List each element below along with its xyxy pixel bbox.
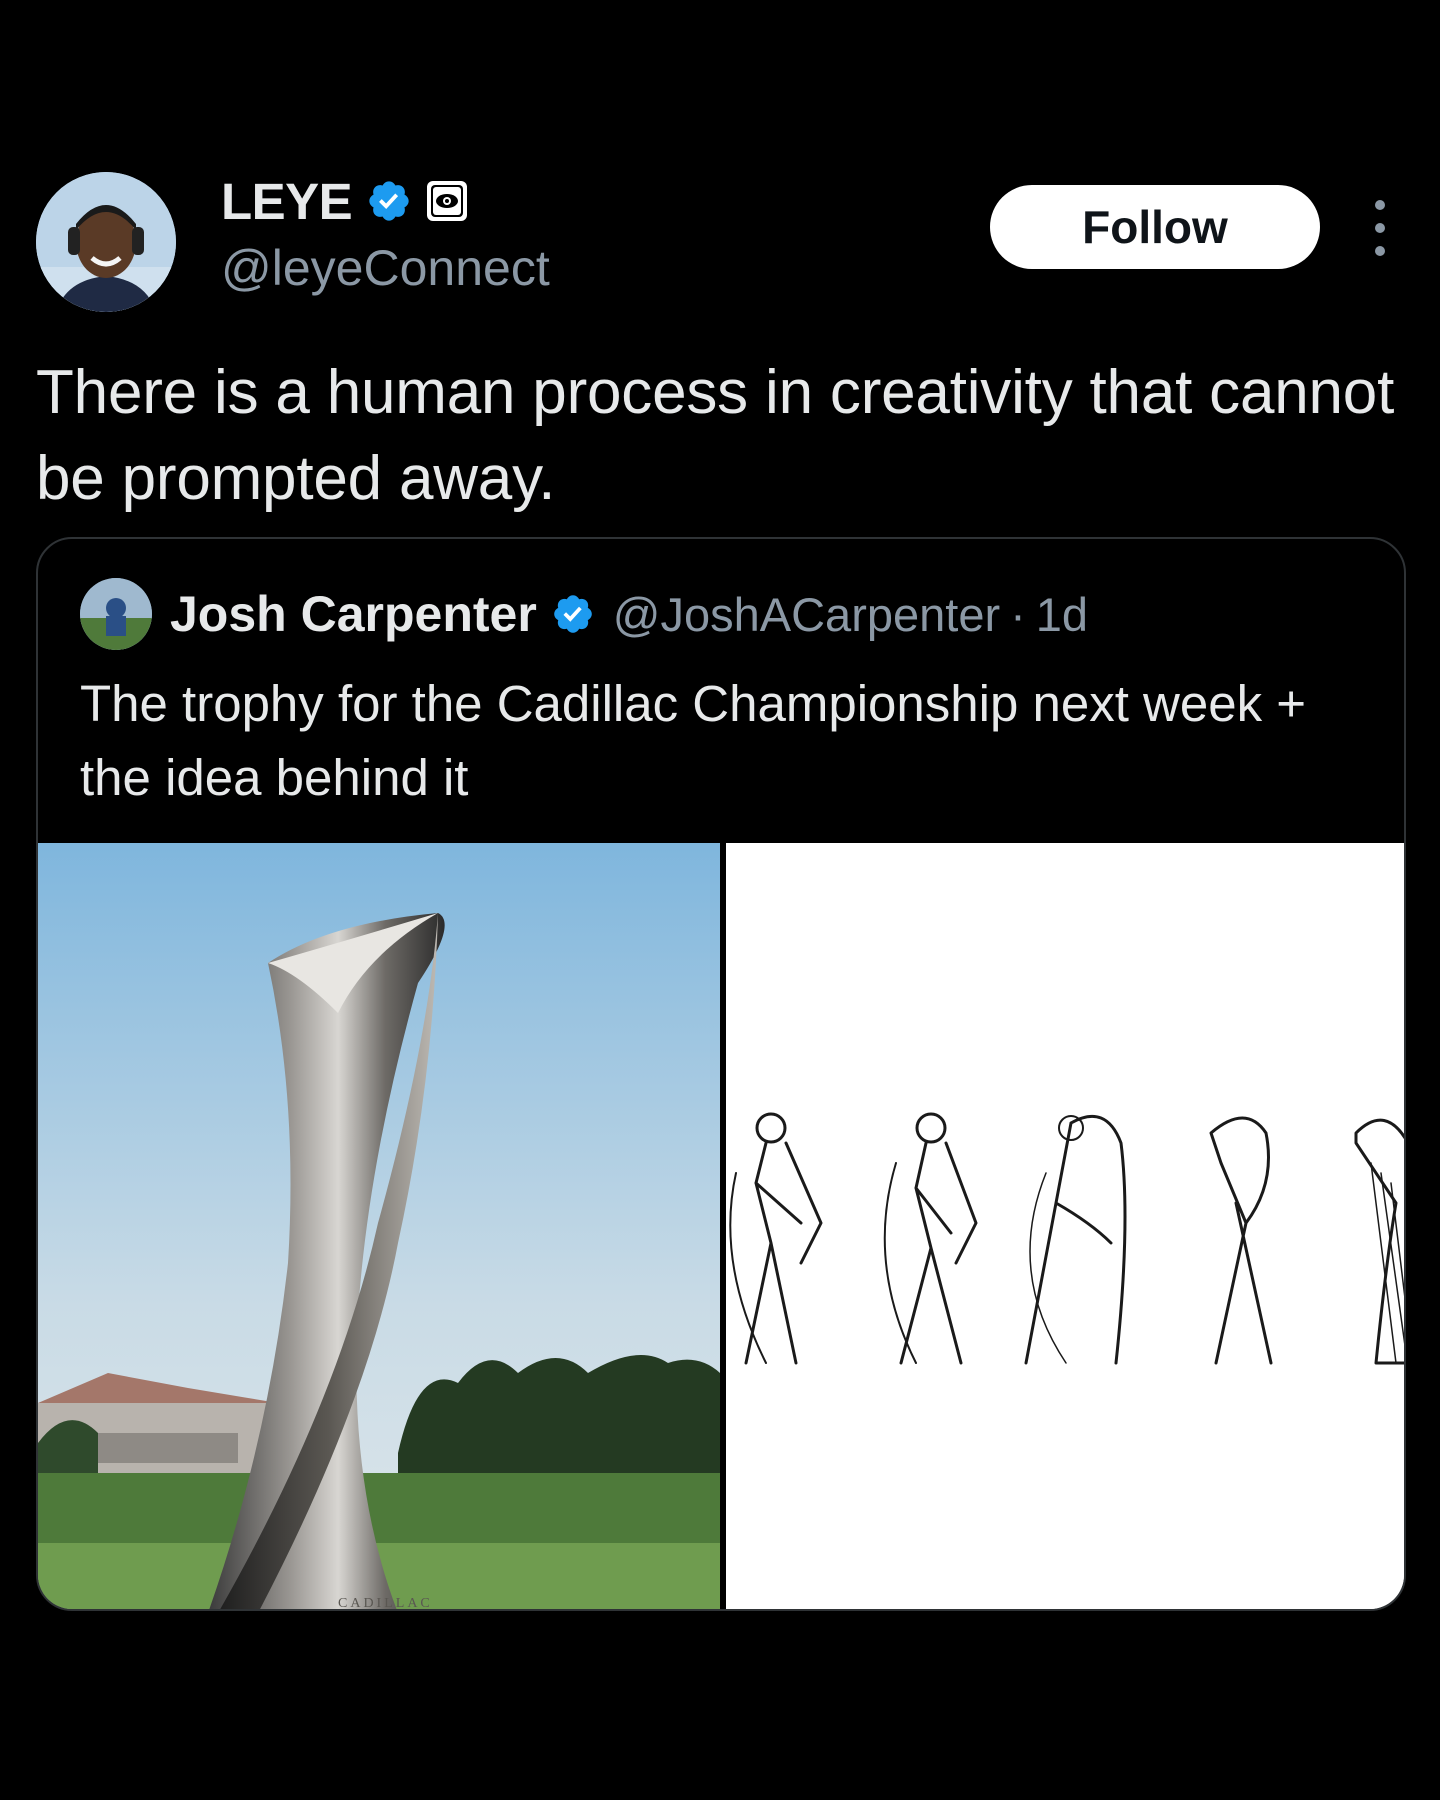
author-avatar[interactable] [36, 172, 176, 312]
more-dot [1375, 223, 1385, 233]
trophy-engraving-text: CADILLAC [338, 1596, 433, 1611]
trophy-photo[interactable]: CADILLAC [38, 843, 720, 1611]
quoted-author-avatar[interactable] [80, 578, 152, 650]
follow-button[interactable]: Follow [990, 185, 1320, 269]
quoted-author-name[interactable]: Josh Carpenter [170, 585, 537, 643]
affiliate-eye-icon[interactable] [424, 178, 470, 224]
quoted-tweet-media: CADILLAC [38, 843, 1404, 1611]
author-handle[interactable]: @leyeConnect [221, 238, 550, 298]
quoted-tweet-header: Josh Carpenter @JoshACarpenter · 1d [80, 578, 1088, 650]
quoted-tweet-timestamp[interactable]: 1d [1036, 587, 1088, 642]
quoted-tweet-card[interactable]: Josh Carpenter @JoshACarpenter · 1d The … [36, 537, 1406, 1611]
author-display-name[interactable]: LEYE [221, 172, 353, 231]
golf-swing-sketches[interactable] [726, 843, 1404, 1609]
tweet-text: There is a human process in creativity t… [36, 358, 1395, 513]
more-dot [1375, 246, 1385, 256]
quoted-author-handle[interactable]: @JoshACarpenter [613, 587, 1000, 642]
more-dot [1375, 200, 1385, 210]
more-options-icon[interactable] [1360, 200, 1400, 256]
author-name-row: LEYE [221, 170, 470, 232]
verified-badge-icon [369, 181, 409, 221]
separator-dot: · [1010, 587, 1026, 641]
quoted-tweet-text: The trophy for the Cadillac Championship… [80, 675, 1307, 806]
verified-badge-icon [553, 595, 592, 633]
